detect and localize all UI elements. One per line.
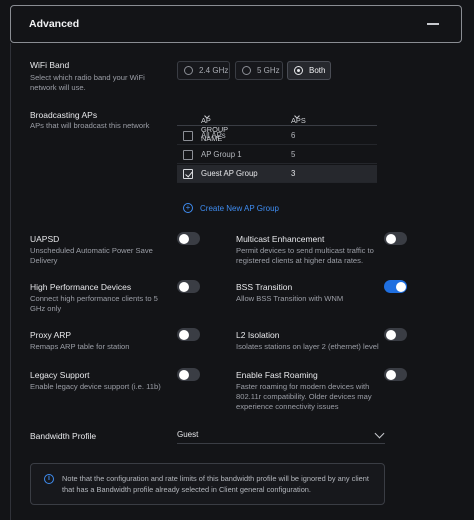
ap-group-name: AP Group 1 xyxy=(201,150,242,159)
collapse-icon[interactable] xyxy=(427,23,439,25)
ap-table-header: AP GROUP NAME APS xyxy=(177,110,377,143)
fast-roaming-label: Enable Fast Roaming xyxy=(236,370,318,380)
proxy-arp-toggle[interactable] xyxy=(177,328,200,341)
wifi-band-label: WiFi Band xyxy=(30,60,70,70)
info-icon: i xyxy=(44,474,54,484)
radio-icon xyxy=(184,66,193,75)
band-option-2-4ghz[interactable]: 2.4 GHz xyxy=(177,61,230,80)
create-ap-group-label: Create New AP Group xyxy=(200,203,280,213)
table-row[interactable]: AP Group 1 5 xyxy=(177,146,377,164)
bss-transition-label: BSS Transition xyxy=(236,282,293,292)
advanced-section-header[interactable]: Advanced xyxy=(10,5,462,43)
create-ap-group-link[interactable]: + Create New AP Group xyxy=(183,203,279,213)
chevron-down-icon xyxy=(374,428,385,439)
ap-count: 3 xyxy=(291,169,296,178)
checkbox-checked[interactable] xyxy=(183,169,193,179)
column-ap-group-name[interactable]: AP GROUP NAME xyxy=(201,113,228,143)
bss-transition-toggle[interactable] xyxy=(384,280,407,293)
l2-isolation-label: L2 Isolation xyxy=(236,330,280,340)
broadcasting-aps-label: Broadcasting APs xyxy=(30,110,98,120)
band-option-label: 5 GHz xyxy=(257,66,280,75)
l2-isolation-toggle[interactable] xyxy=(384,328,407,341)
ap-group-name: All APs xyxy=(201,131,226,140)
l2-isolation-desc: Isolates stations on layer 2 (ethernet) … xyxy=(236,342,379,351)
bandwidth-profile-select[interactable]: Guest xyxy=(177,428,385,444)
uapsd-label: UAPSD xyxy=(30,234,60,244)
multicast-toggle[interactable] xyxy=(384,232,407,245)
fast-roaming-toggle[interactable] xyxy=(384,368,407,381)
uapsd-desc: Unscheduled Automatic Power Save Deliver… xyxy=(30,246,153,265)
legacy-support-desc: Enable legacy device support (i.e. 11b) xyxy=(30,382,161,391)
bandwidth-info-note: i Note that the configuration and rate l… xyxy=(30,463,385,505)
uapsd-toggle[interactable] xyxy=(177,232,200,245)
table-row[interactable]: All APs 6 xyxy=(177,127,377,145)
ap-count: 5 xyxy=(291,150,296,159)
wifi-band-desc: Select which radio band your WiFi networ… xyxy=(30,73,145,92)
band-option-label: Both xyxy=(309,66,326,75)
band-option-both[interactable]: Both xyxy=(287,61,331,80)
ap-group-name: Guest AP Group xyxy=(201,169,258,178)
plus-circle-icon: + xyxy=(183,203,193,213)
multicast-desc: Permit devices to send multicast traffic… xyxy=(236,246,374,265)
band-option-5ghz[interactable]: 5 GHz xyxy=(235,61,283,80)
legacy-support-label: Legacy Support xyxy=(30,370,90,380)
high-performance-label: High Performance Devices xyxy=(30,282,132,292)
checkbox[interactable] xyxy=(183,131,193,141)
multicast-label: Multicast Enhancement xyxy=(236,234,325,244)
note-text: Note that the configuration and rate lim… xyxy=(62,474,369,494)
bandwidth-profile-value: Guest xyxy=(177,430,199,439)
bss-transition-desc: Allow BSS Transition with WNM xyxy=(236,294,344,303)
checkbox[interactable] xyxy=(183,150,193,160)
radio-icon xyxy=(242,66,251,75)
high-performance-toggle[interactable] xyxy=(177,280,200,293)
broadcasting-aps-desc: APs that will broadcast this network xyxy=(30,121,150,130)
legacy-support-toggle[interactable] xyxy=(177,368,200,381)
section-title: Advanced xyxy=(29,18,80,30)
fast-roaming-desc: Faster roaming for modern devices with 8… xyxy=(236,382,372,411)
proxy-arp-label: Proxy ARP xyxy=(30,330,72,340)
proxy-arp-desc: Remaps ARP table for station xyxy=(30,342,130,351)
high-performance-desc: Connect high performance clients to 5 GH… xyxy=(30,294,158,313)
band-option-label: 2.4 GHz xyxy=(199,66,229,75)
ap-count: 6 xyxy=(291,131,296,140)
table-row[interactable]: Guest AP Group 3 xyxy=(177,165,377,183)
section-border xyxy=(10,43,11,520)
column-aps[interactable]: APS xyxy=(291,113,306,125)
bandwidth-profile-label: Bandwidth Profile xyxy=(30,431,97,441)
radio-selected-icon xyxy=(294,66,303,75)
